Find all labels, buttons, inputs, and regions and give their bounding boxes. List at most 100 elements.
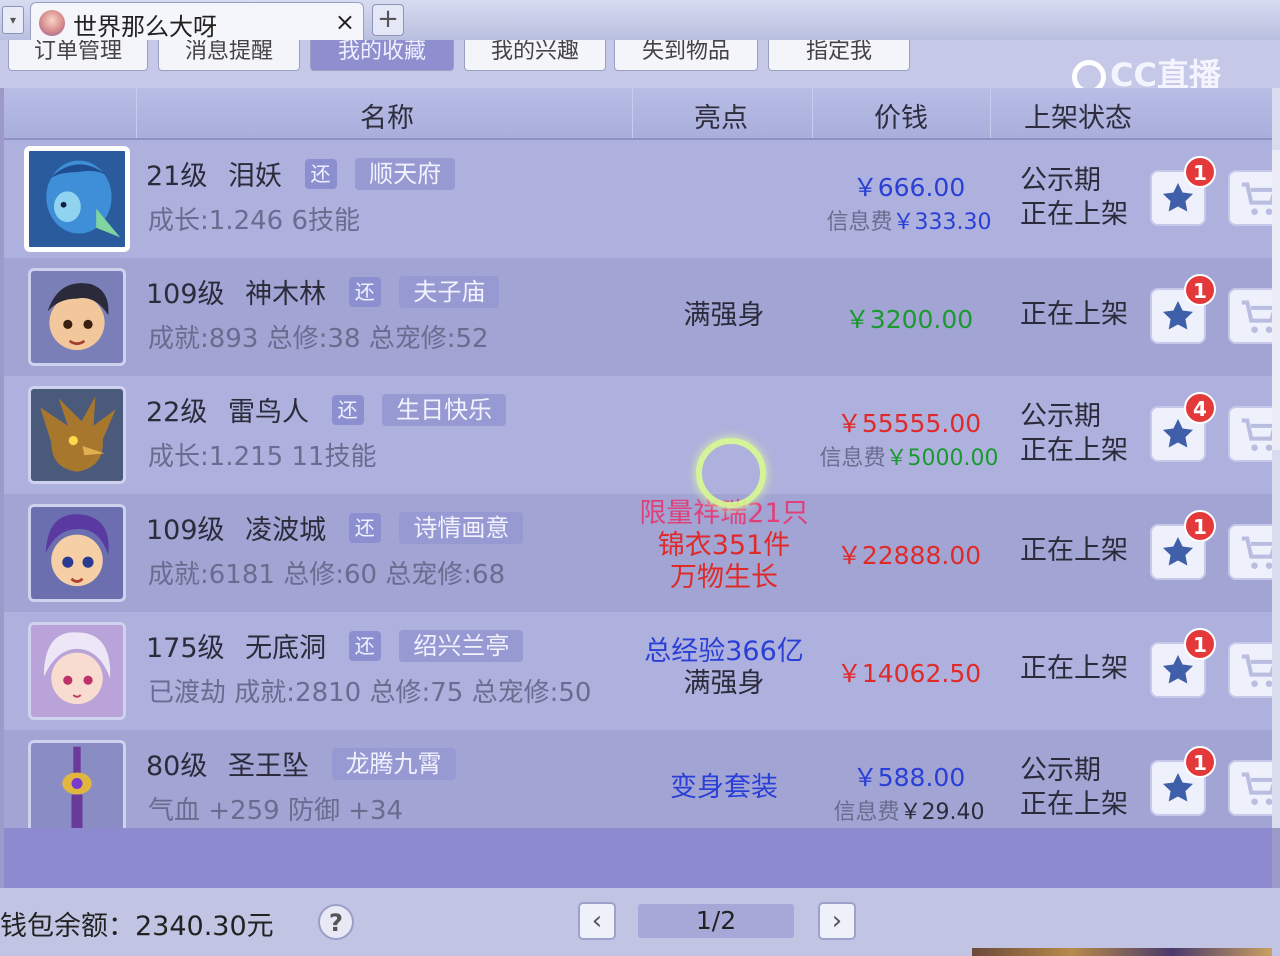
status-line: 正在上架 xyxy=(1020,199,1128,230)
info-fee: 信息费￥29.40 xyxy=(814,794,1004,826)
item-details: 气血 +259 防御 +34 xyxy=(148,796,404,826)
column-header-name: 名称 xyxy=(360,103,414,134)
add-to-cart-button[interactable] xyxy=(1228,760,1272,816)
thunderbird-avatar[interactable] xyxy=(28,386,126,484)
bargain-badge: 还 xyxy=(348,276,381,307)
bargain-badge: 还 xyxy=(331,394,364,425)
item-highlight: 总经验366亿 满强身 xyxy=(634,636,814,700)
listing-row[interactable]: 80级 圣王坠 龙腾九霄 气血 +259 防御 +34 变身套装 ￥588.00… xyxy=(4,730,1272,828)
help-button[interactable]: ? xyxy=(318,904,354,940)
add-to-cart-button[interactable] xyxy=(1228,406,1272,462)
item-level: 21级 xyxy=(146,161,208,192)
subnav-my-favorites[interactable]: 我的收藏 xyxy=(310,40,454,71)
cart-icon xyxy=(1238,297,1272,341)
info-fee-amount: ￥333.30 xyxy=(892,210,992,235)
water-demon-avatar[interactable] xyxy=(24,146,130,252)
item-name: 神木林 xyxy=(245,279,327,310)
server-badge: 生日快乐 xyxy=(382,393,507,426)
listing-row[interactable]: 109级 凌波城 还 诗情画意 成就:6181 总修:60 总宠修:68 限量祥… xyxy=(4,494,1272,612)
new-tab-button[interactable]: + xyxy=(372,4,404,36)
column-header-price: 价钱 xyxy=(874,103,928,134)
add-to-cart-button[interactable] xyxy=(1228,642,1272,698)
prev-page-button[interactable]: ‹ xyxy=(578,902,616,940)
next-page-button[interactable]: › xyxy=(818,902,856,940)
info-fee-amount: ￥5000.00 xyxy=(885,446,999,471)
subnav-designated-to-me[interactable]: 指定我 xyxy=(768,40,910,71)
item-price-cell: ￥3200.00 xyxy=(814,300,1004,336)
info-fee-label: 信息费 xyxy=(833,800,900,825)
listing-status: 公示期 正在上架 xyxy=(1020,754,1128,822)
item-details: 成就:6181 总修:60 总宠修:68 xyxy=(148,560,506,590)
listing-status: 正在上架 xyxy=(1020,652,1128,686)
item-name: 圣王坠 xyxy=(227,751,309,782)
item-name: 泪妖 xyxy=(227,161,282,192)
status-line: 公示期 xyxy=(1020,401,1101,432)
listing-row[interactable]: 22级 雷鸟人 还 生日快乐 成长:1.215 11技能 ￥55555.00 信… xyxy=(4,376,1272,494)
status-line: 公示期 xyxy=(1020,755,1101,786)
info-fee-amount: ￥29.40 xyxy=(899,800,985,825)
cart-icon xyxy=(1238,179,1272,223)
item-title-line: 21级 泪妖 还 顺天府 xyxy=(146,154,456,193)
item-price-cell: ￥14062.50 xyxy=(814,654,1004,690)
status-line: 正在上架 xyxy=(1020,535,1128,566)
highlight-line: 满强身 xyxy=(683,668,765,699)
subnav-message-reminder[interactable]: 消息提醒 xyxy=(158,40,300,71)
item-highlight: 满强身 xyxy=(634,300,814,332)
white-hair-girl-avatar[interactable] xyxy=(28,622,126,720)
listing-status: 公示期 正在上架 xyxy=(1020,400,1128,468)
pendant-item-avatar[interactable] xyxy=(28,740,126,828)
subnav-order-management[interactable]: 订单管理 xyxy=(8,40,148,71)
active-tab[interactable]: 世界那么大呀 × xyxy=(30,2,364,41)
item-name: 雷鸟人 xyxy=(227,397,309,428)
item-level: 80级 xyxy=(146,751,208,782)
favorite-count-badge: 1 xyxy=(1184,628,1216,660)
add-to-cart-button[interactable] xyxy=(1228,524,1272,580)
scrollbar-thumb[interactable] xyxy=(1272,150,1280,450)
browser-tab-bar: ▾ 世界那么大呀 × + xyxy=(0,0,1280,41)
favorite-count-badge: 1 xyxy=(1184,510,1216,542)
item-name: 无底洞 xyxy=(245,633,327,664)
subnav-received-items[interactable]: 失到物品 xyxy=(614,40,758,71)
loading-spinner xyxy=(696,438,766,508)
tab-dropdown-button[interactable]: ▾ xyxy=(2,6,24,34)
status-line: 正在上架 xyxy=(1020,299,1128,330)
column-divider xyxy=(812,88,813,138)
status-line: 公示期 xyxy=(1020,165,1101,196)
boy-hero-avatar[interactable] xyxy=(28,268,126,366)
item-level: 109级 xyxy=(146,279,225,310)
wallet-balance: 钱包余额：2340.30元 xyxy=(0,911,274,942)
status-line: 正在上架 xyxy=(1020,435,1128,466)
listing-row[interactable]: 175级 无底洞 还 绍兴兰亭 已渡劫 成就:2810 总修:75 总宠修:50… xyxy=(4,612,1272,730)
highlight-line: 总经验366亿 xyxy=(644,636,804,667)
favorites-list: 21级 泪妖 还 顺天府 成长:1.246 6技能 ￥666.00 信息费￥33… xyxy=(4,140,1272,828)
info-fee-label: 信息费 xyxy=(826,210,893,235)
add-to-cart-button[interactable] xyxy=(1228,170,1272,226)
item-title-line: 109级 神木林 还 夫子庙 xyxy=(146,272,500,311)
item-price-cell: ￥55555.00 信息费￥5000.00 xyxy=(814,404,1004,472)
listing-row[interactable]: 21级 泪妖 还 顺天府 成长:1.246 6技能 ￥666.00 信息费￥33… xyxy=(4,140,1272,258)
favorite-count-badge: 1 xyxy=(1184,274,1216,306)
listing-status: 公示期 正在上架 xyxy=(1020,164,1128,232)
table-header: 名称 亮点 价钱 上架状态 xyxy=(4,88,1272,140)
item-price: ￥14062.50 xyxy=(836,659,982,688)
subnav-my-interests[interactable]: 我的兴趣 xyxy=(464,40,606,71)
add-to-cart-button[interactable] xyxy=(1228,288,1272,344)
purple-hair-hero-avatar[interactable] xyxy=(28,504,126,602)
item-details: 已渡劫 成就:2810 总修:75 总宠修:50 xyxy=(148,678,592,708)
info-fee-label: 信息费 xyxy=(819,446,886,471)
server-badge: 绍兴兰亭 xyxy=(399,629,524,662)
bargain-badge: 还 xyxy=(348,512,381,543)
favorite-count-badge: 4 xyxy=(1184,392,1216,424)
highlight-line: 万物生长 xyxy=(670,562,778,593)
listing-status: 正在上架 xyxy=(1020,298,1128,332)
item-level: 22级 xyxy=(146,397,208,428)
item-price-cell: ￥666.00 信息费￥333.30 xyxy=(814,168,1004,236)
server-badge: 诗情画意 xyxy=(399,511,524,544)
server-badge: 龙腾九霄 xyxy=(331,747,456,780)
tab-close-button[interactable]: × xyxy=(335,8,355,36)
status-line: 正在上架 xyxy=(1020,653,1128,684)
item-price: ￥55555.00 xyxy=(836,409,982,438)
bargain-badge: 还 xyxy=(348,630,381,661)
item-details: 成长:1.246 6技能 xyxy=(148,206,360,236)
listing-row[interactable]: 109级 神木林 还 夫子庙 成就:893 总修:38 总宠修:52 满强身 ￥… xyxy=(4,258,1272,376)
